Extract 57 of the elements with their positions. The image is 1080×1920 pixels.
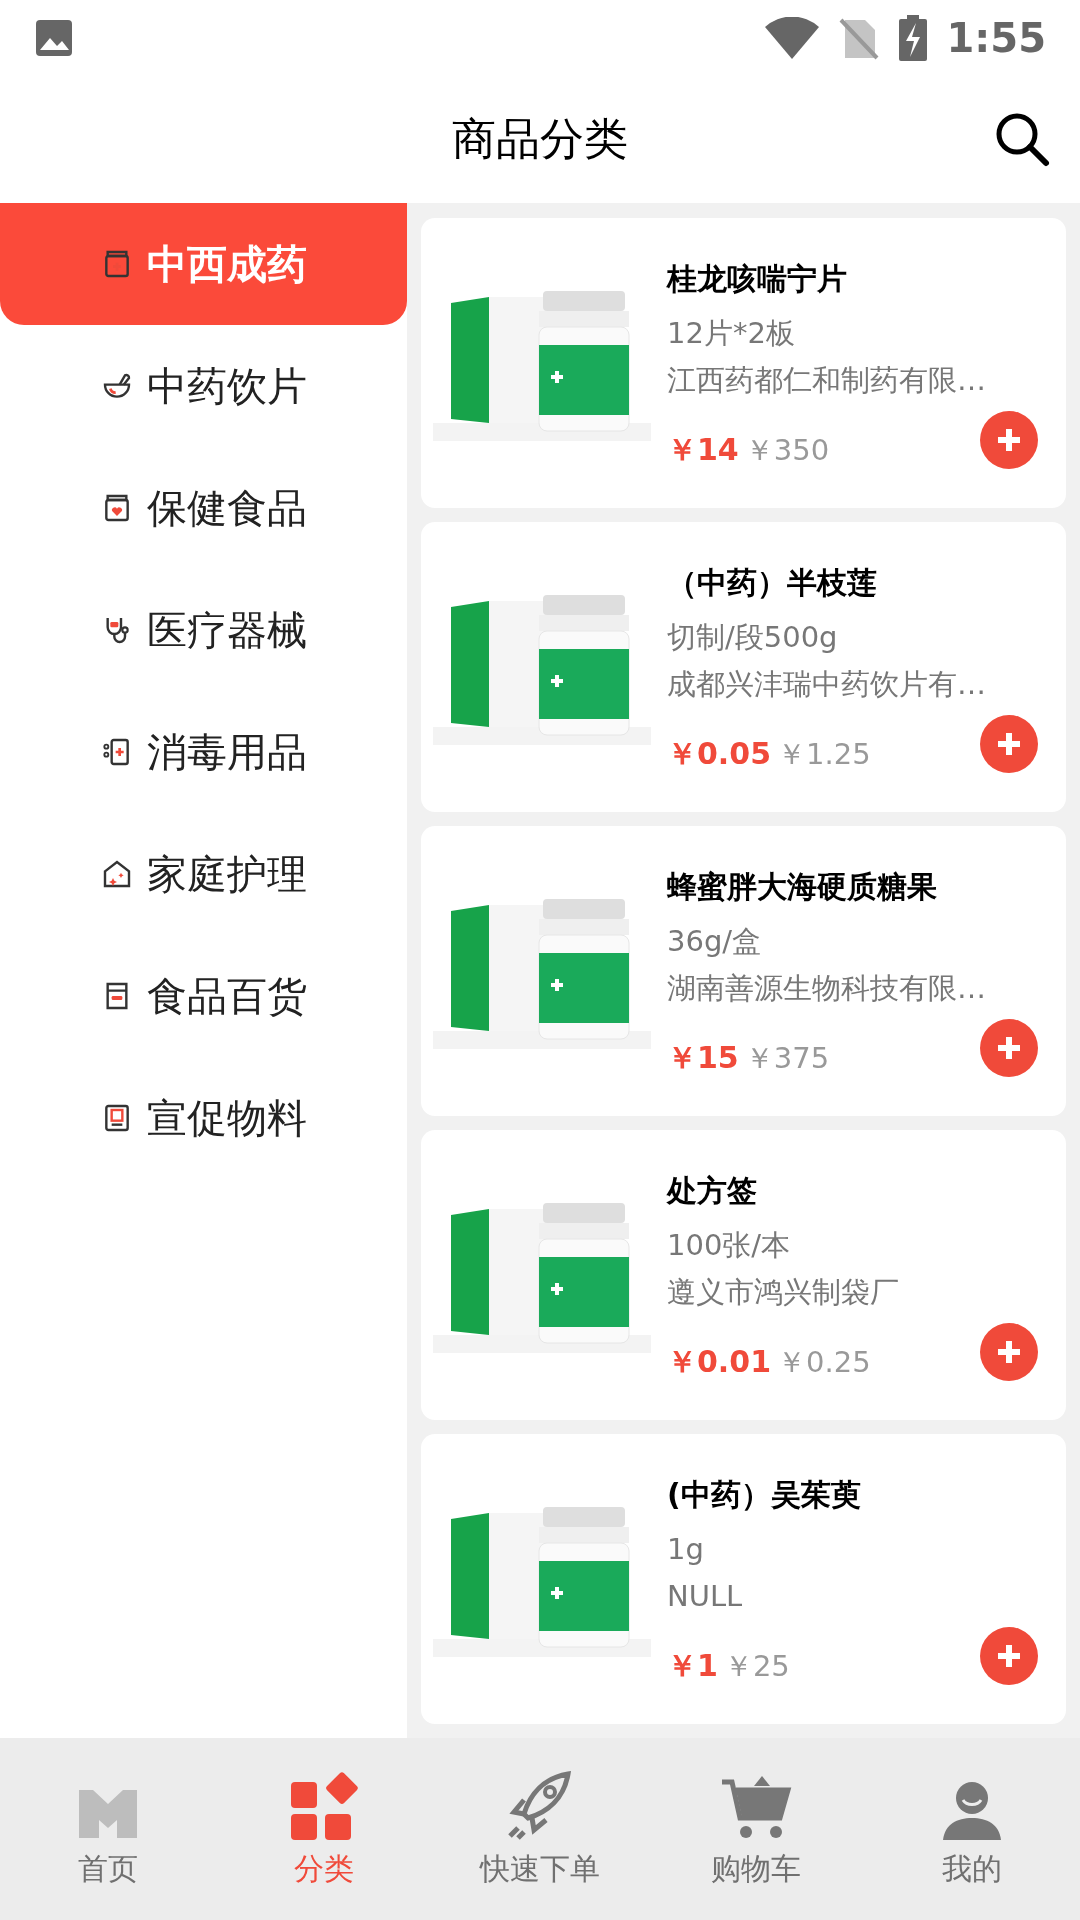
- product-spec: 36g/盒: [667, 923, 763, 961]
- product-name: (中药）吴茱萸: [667, 1476, 862, 1515]
- sale-price: ￥1: [667, 1647, 718, 1686]
- manufacturer: 成都兴沣瑞中药饮片有…: [667, 666, 987, 704]
- sale-price: ￥15: [667, 1039, 739, 1078]
- image-icon: [34, 17, 74, 58]
- battery-charging-icon: [898, 14, 927, 61]
- product-card[interactable]: （中药）半枝莲 切制/段500g 成都兴沣瑞中药饮片有… ￥0.05 ￥1.25: [421, 522, 1066, 812]
- product-card[interactable]: 桂龙咳喘宁片 12片*2板 江西药都仁和制药有限… ￥14 ￥350: [421, 218, 1066, 508]
- product-card[interactable]: 蜂蜜胖大海硬质糖果 36g/盒 湖南善源生物科技有限… ￥15 ￥375: [421, 826, 1066, 1116]
- wifi-icon: [764, 16, 819, 59]
- add-to-cart-button[interactable]: [980, 411, 1038, 469]
- status-time: 1:55: [946, 13, 1046, 63]
- category-tab[interactable]: 食品百货: [0, 935, 407, 1057]
- plus-icon: [995, 730, 1023, 758]
- product-name: （中药）半枝莲: [667, 564, 878, 603]
- list-price: ￥25: [723, 1648, 790, 1686]
- plus-icon: [995, 1338, 1023, 1366]
- category-tab[interactable]: 保健食品: [0, 447, 407, 569]
- add-to-cart-button[interactable]: [980, 715, 1038, 773]
- tab-bar-item[interactable]: 快速下单: [432, 1768, 648, 1891]
- category-tab[interactable]: 宣促物料: [0, 1057, 407, 1179]
- add-to-cart-button[interactable]: [980, 1323, 1038, 1381]
- product-spec: 1g: [667, 1531, 705, 1569]
- tab-bar-item[interactable]: 首页: [0, 1768, 216, 1891]
- category-tab[interactable]: 家庭护理: [0, 813, 407, 935]
- list-price: ￥350: [744, 432, 830, 470]
- product-spec: 切制/段500g: [667, 619, 839, 657]
- list-price: ￥0.25: [777, 1344, 871, 1382]
- manufacturer: 江西药都仁和制药有限…: [667, 362, 987, 400]
- manufacturer: 遵义市鸿兴制袋厂: [667, 1274, 900, 1312]
- category-tab[interactable]: 消毒用品: [0, 691, 407, 813]
- product-spec: 12片*2板: [667, 315, 796, 353]
- page-title: 商品分类: [452, 112, 628, 166]
- category-grid-icon: [289, 1772, 359, 1842]
- list-price: ￥375: [744, 1040, 830, 1078]
- tab-bar-item[interactable]: 我的: [864, 1768, 1080, 1891]
- product-card[interactable]: (中药）吴茱萸 1g NULL ￥1 ￥25: [421, 1434, 1066, 1724]
- category-tab[interactable]: 医疗器械: [0, 569, 407, 691]
- plus-icon: [995, 1034, 1023, 1062]
- product-card[interactable]: 处方签 100张/本 遵义市鸿兴制袋厂 ￥0.01 ￥0.25: [421, 1130, 1066, 1420]
- plus-icon: [995, 426, 1023, 454]
- add-to-cart-button[interactable]: [980, 1627, 1038, 1685]
- list-price: ￥1.25: [777, 736, 871, 774]
- manufacturer: NULL: [667, 1578, 744, 1616]
- category-tab[interactable]: 中药饮片: [0, 325, 407, 447]
- plus-icon: [995, 1642, 1023, 1670]
- product-name: 处方签: [667, 1172, 758, 1211]
- product-spec: 100张/本: [667, 1227, 792, 1265]
- sale-price: ￥0.05: [667, 735, 772, 774]
- sale-price: ￥0.01: [667, 1343, 772, 1382]
- product-name: 桂龙咳喘宁片: [667, 260, 848, 299]
- tab-bar-item[interactable]: 购物车: [648, 1768, 864, 1891]
- sale-price: ￥14: [667, 431, 739, 470]
- product-name: 蜂蜜胖大海硬质糖果: [667, 868, 938, 907]
- add-to-cart-button[interactable]: [980, 1019, 1038, 1077]
- manufacturer: 湖南善源生物科技有限…: [667, 970, 987, 1008]
